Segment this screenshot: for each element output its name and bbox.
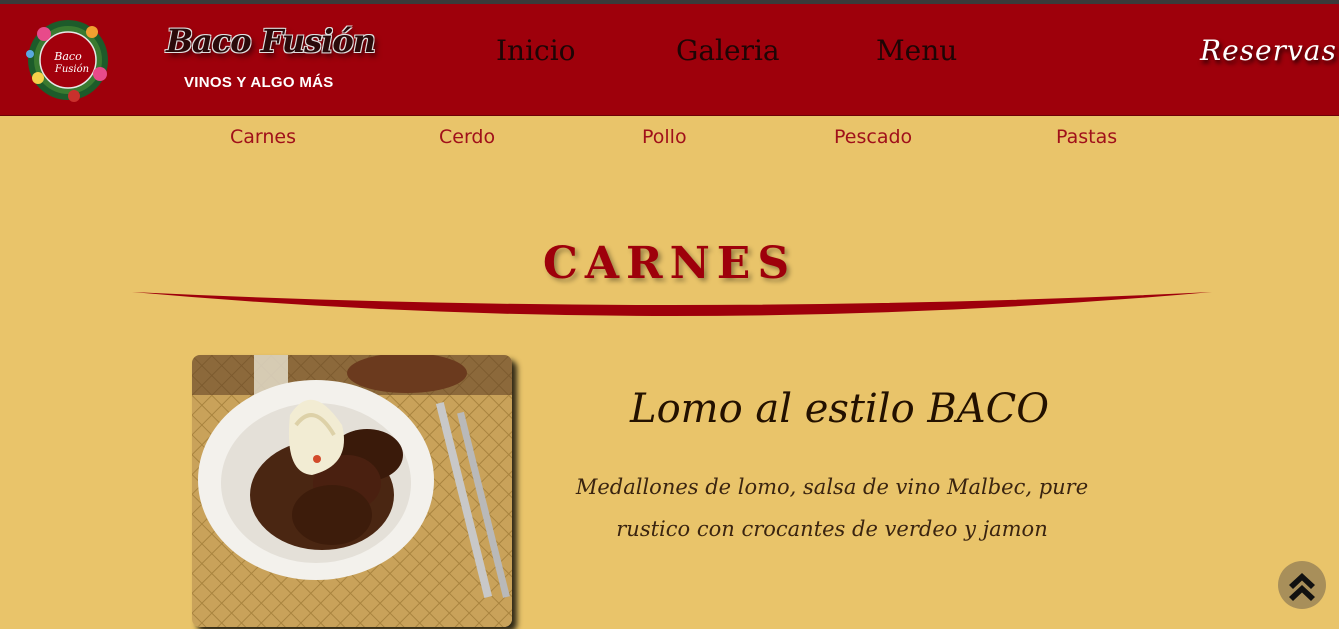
logo-wordmark-top: Baco bbox=[53, 50, 82, 63]
site-header: Baco Fusión Baco Fusión VINOS Y ALGO MÁS… bbox=[0, 4, 1339, 116]
nav-link-galeria[interactable]: Galeria bbox=[676, 34, 780, 67]
scroll-to-top-button[interactable] bbox=[1278, 561, 1326, 609]
dish-image bbox=[192, 355, 512, 627]
dish-description-line-2: rustico con crocantes de verdeo y jamon bbox=[616, 517, 1048, 541]
category-link-pescado[interactable]: Pescado bbox=[834, 126, 912, 148]
category-link-pastas[interactable]: Pastas bbox=[1056, 126, 1117, 148]
dish-description-line-1: Medallones de lomo, salsa de vino Malbec… bbox=[575, 475, 1089, 499]
section-title: CARNES bbox=[542, 238, 797, 289]
brand-logo[interactable]: Baco Fusión bbox=[22, 14, 114, 106]
logo-wordmark-bottom: Fusión bbox=[54, 64, 89, 75]
category-link-cerdo[interactable]: Cerdo bbox=[439, 126, 495, 148]
nav-link-inicio[interactable]: Inicio bbox=[496, 34, 576, 67]
wreath-logo-icon: Baco Fusión bbox=[26, 20, 108, 102]
brand-tagline: VINOS Y ALGO MÁS bbox=[184, 74, 334, 91]
dish-photo bbox=[192, 355, 512, 627]
title-underline-arc bbox=[132, 292, 1212, 316]
dish-description: Medallones de lomo, salsa de vino Malbec… bbox=[572, 466, 1092, 550]
nav-link-menu[interactable]: Menu bbox=[876, 34, 957, 67]
dish-title: Lomo al estilo BACO bbox=[630, 386, 1050, 432]
double-chevron-up-icon bbox=[1289, 573, 1315, 601]
brand-name[interactable]: Baco Fusión bbox=[166, 22, 376, 60]
category-link-carnes[interactable]: Carnes bbox=[230, 126, 296, 148]
category-link-pollo[interactable]: Pollo bbox=[642, 126, 687, 148]
reservas-link[interactable]: Reservas bbox=[1200, 34, 1337, 67]
